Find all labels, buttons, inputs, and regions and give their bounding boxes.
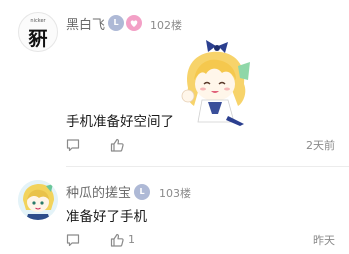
level-badge-icon: L: [108, 15, 124, 31]
comment-time: 2天前: [306, 139, 335, 152]
comment-text: 手机准备好空间了: [66, 114, 174, 130]
comment-thread: { "comments": [ { "username": "黑白飞", "av…: [0, 0, 349, 254]
anime-sticker: [178, 40, 258, 126]
avatar[interactable]: nicker 豣: [18, 12, 58, 52]
level-badge-label: L: [113, 18, 119, 27]
avatar-glyph: 豣: [28, 28, 48, 50]
level-badge-icon: L: [134, 184, 150, 200]
reply-icon[interactable]: [66, 137, 80, 152]
heart-badge-icon: [126, 15, 142, 31]
level-badge-label: L: [139, 187, 145, 196]
comment-time: 昨天: [313, 234, 335, 247]
like-icon[interactable]: [110, 137, 124, 152]
floor-number: 102楼: [150, 19, 182, 32]
reply-icon[interactable]: [66, 232, 80, 247]
comment-text: 准备好了手机: [66, 209, 147, 225]
username[interactable]: 种瓜的搓宝: [66, 182, 131, 201]
like-count: 1: [128, 233, 135, 246]
avatar[interactable]: [18, 180, 58, 220]
floor-number: 103楼: [159, 187, 191, 200]
like-icon[interactable]: [110, 232, 124, 247]
username[interactable]: 黑白飞: [66, 14, 105, 33]
divider: [66, 166, 349, 167]
